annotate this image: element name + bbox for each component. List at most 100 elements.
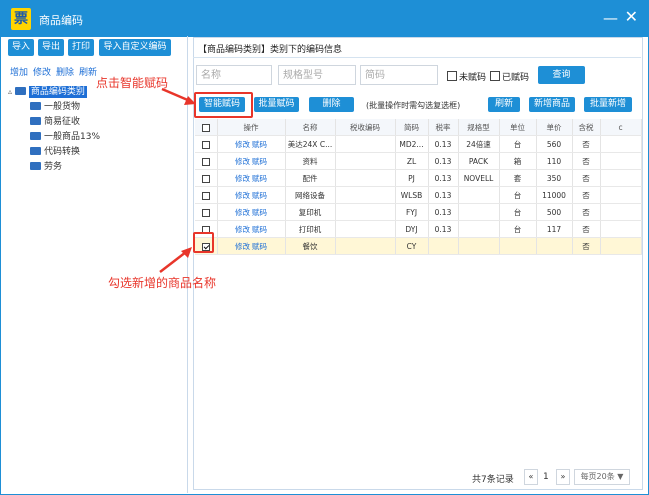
product-table: 操作 名称 税收编码 简码 税率 规格型 单位 单价 含税 c 修改 赋码 美达24…	[195, 119, 642, 255]
tree-item-general-13[interactable]: 一般商品13%	[30, 129, 100, 142]
tree-item-general-goods[interactable]: 一般货物	[30, 99, 80, 112]
pane-divider[interactable]	[187, 36, 188, 493]
short-code-input[interactable]: 简码	[360, 65, 438, 85]
assign-code-link[interactable]: 赋码	[252, 208, 267, 217]
table-row[interactable]: 修改 赋码 配件 PJ 0.13 NOVELL 套 350 否	[195, 169, 642, 187]
assigned-label: 已赋码	[502, 73, 530, 83]
assign-code-link[interactable]: 赋码	[252, 225, 267, 234]
price-cell: 117	[536, 220, 573, 238]
name-cell: 餐饮	[285, 237, 336, 255]
short-code-cell: ZL	[395, 152, 429, 170]
tax-code-cell	[335, 186, 396, 204]
spec-cell	[458, 237, 500, 255]
assign-code-link[interactable]: 赋码	[252, 242, 267, 251]
checkbox-icon[interactable]	[201, 123, 210, 132]
rate-cell: 0.13	[428, 203, 459, 221]
edit-link[interactable]: 修改	[235, 191, 250, 200]
add-category-link[interactable]: 增加	[10, 65, 28, 78]
checkbox-icon[interactable]	[201, 140, 210, 149]
price-cell: 500	[536, 203, 573, 221]
edit-link[interactable]: 修改	[235, 174, 250, 183]
extra-cell	[600, 135, 642, 153]
select-all-header[interactable]	[195, 119, 218, 136]
print-button[interactable]: 打印	[68, 39, 94, 56]
checkbox-icon[interactable]	[201, 208, 210, 217]
row-checkbox-cell[interactable]	[195, 169, 218, 187]
assign-code-link[interactable]: 赋码	[252, 191, 267, 200]
edit-link[interactable]: 修改	[235, 242, 250, 251]
unit-cell: 台	[499, 135, 537, 153]
short-code-cell: MD2...	[395, 135, 429, 153]
spec-cell: 24倍速	[458, 135, 500, 153]
current-page: 1	[543, 472, 549, 482]
name-input[interactable]: 名称	[196, 65, 272, 85]
spec-input[interactable]: 规格型号	[278, 65, 356, 85]
price-cell: 560	[536, 135, 573, 153]
export-button[interactable]: 导出	[38, 39, 64, 56]
column-header: 名称	[285, 119, 336, 136]
folder-icon	[30, 117, 41, 125]
row-checkbox-cell[interactable]	[195, 152, 218, 170]
collapse-icon[interactable]: ▵	[8, 87, 12, 96]
assign-code-link[interactable]: 赋码	[252, 157, 267, 166]
query-button[interactable]: 查询	[538, 66, 585, 84]
table-row[interactable]: 修改 赋码 资料 ZL 0.13 PACK 箱 110 否	[195, 152, 642, 170]
unit-cell: 箱	[499, 152, 537, 170]
refresh-button[interactable]: 刷新	[488, 97, 520, 112]
close-icon[interactable]: ✕	[625, 7, 638, 26]
table-row[interactable]: 修改 赋码 美达24X C... MD2... 0.13 24倍速台 560 否	[195, 135, 642, 153]
table-row[interactable]: 修改 赋码 打印机 DYJ 0.13 台 117 否	[195, 220, 642, 238]
checkbox-icon[interactable]	[201, 191, 210, 200]
refresh-category-link[interactable]: 刷新	[79, 65, 97, 78]
import-custom-code-button[interactable]: 导入自定义编码	[99, 39, 171, 56]
assigned-checkbox[interactable]: 已赋码	[490, 70, 529, 83]
tax-included-cell: 否	[572, 203, 601, 221]
row-actions-cell: 修改 赋码	[217, 135, 286, 153]
tree-root-item[interactable]: ▵ 商品编码类别	[8, 84, 87, 98]
title-bar[interactable]: 票 商品编码 — ✕	[1, 1, 648, 37]
name-cell: 复印机	[285, 203, 336, 221]
table-header-row: 操作 名称 税收编码 简码 税率 规格型 单位 单价 含税 c	[195, 119, 642, 136]
edit-link[interactable]: 修改	[235, 157, 250, 166]
add-product-button[interactable]: 新增商品	[529, 97, 575, 112]
column-header: c	[600, 119, 642, 136]
tree-item-code-convert[interactable]: 代码转换	[30, 144, 80, 157]
next-page-button[interactable]: »	[556, 469, 570, 485]
edit-link[interactable]: 修改	[235, 208, 250, 217]
tree-item-label: 劳务	[44, 162, 63, 172]
row-checkbox-cell[interactable]	[195, 203, 218, 221]
edit-link[interactable]: 修改	[235, 140, 250, 149]
short-code-cell: DYJ	[395, 220, 429, 238]
tree-item-simple-levy[interactable]: 简易征收	[30, 114, 80, 127]
prev-page-button[interactable]: «	[524, 469, 538, 485]
assign-code-link[interactable]: 赋码	[252, 174, 267, 183]
delete-category-link[interactable]: 删除	[56, 65, 74, 78]
checkbox-icon[interactable]	[201, 157, 210, 166]
batch-hint: (批量操作时需勾选复选框)	[366, 101, 461, 110]
import-button[interactable]: 导入	[8, 39, 34, 56]
rate-cell: 0.13	[428, 152, 459, 170]
assign-code-link[interactable]: 赋码	[252, 140, 267, 149]
tax-included-cell: 否	[572, 152, 601, 170]
tax-code-cell	[335, 203, 396, 221]
batch-assign-button[interactable]: 批量赋码	[254, 97, 299, 112]
edit-category-link[interactable]: 修改	[33, 65, 51, 78]
table-row[interactable]: 修改 赋码 餐饮 CY 否	[195, 237, 642, 255]
row-checkbox-cell[interactable]	[195, 135, 218, 153]
row-checkbox-cell[interactable]	[195, 186, 218, 204]
delete-button[interactable]: 删除	[309, 97, 354, 112]
page-size-select[interactable]: 每页20条 ▼	[574, 469, 630, 485]
column-header: 单位	[499, 119, 537, 136]
minimize-icon[interactable]: —	[603, 9, 618, 27]
tree-item-label: 一般商品13%	[44, 132, 101, 142]
unassigned-checkbox[interactable]: 未赋码	[447, 70, 486, 83]
checkbox-icon[interactable]	[201, 174, 210, 183]
table-row[interactable]: 修改 赋码 网络设备 WLSB 0.13 台 11000 否	[195, 186, 642, 204]
short-code-cell: PJ	[395, 169, 429, 187]
table-row[interactable]: 修改 赋码 复印机 FYJ 0.13 台 500 否	[195, 203, 642, 221]
price-cell: 11000	[536, 186, 573, 204]
edit-link[interactable]: 修改	[235, 225, 250, 234]
tree-item-labor[interactable]: 劳务	[30, 159, 62, 172]
batch-add-button[interactable]: 批量新增	[584, 97, 632, 112]
spec-cell: NOVELL	[458, 169, 500, 187]
